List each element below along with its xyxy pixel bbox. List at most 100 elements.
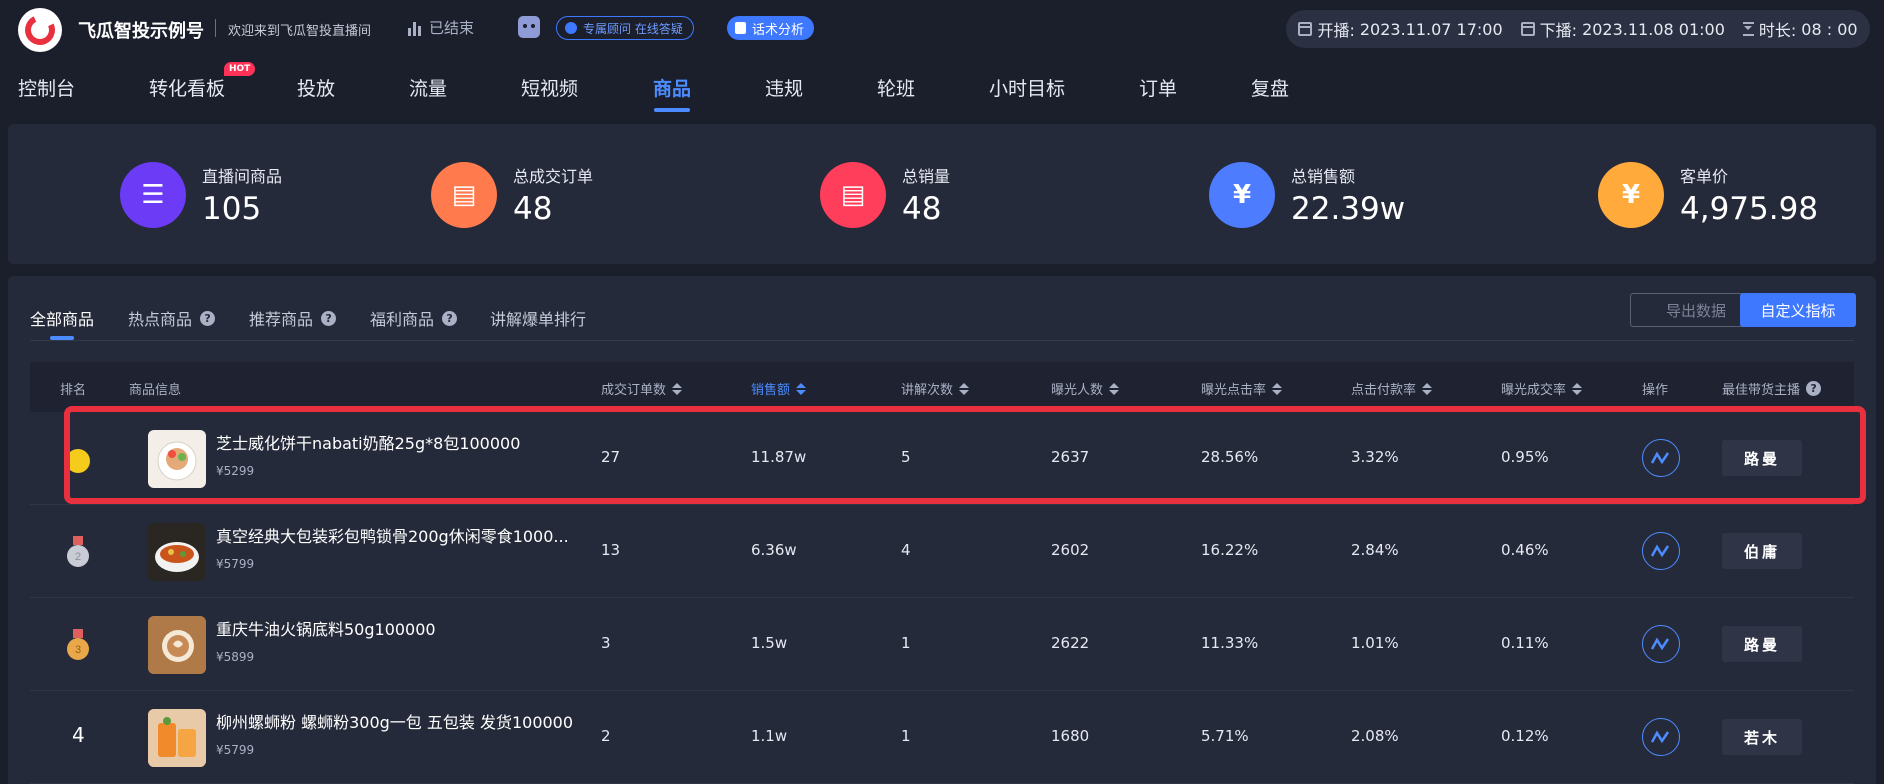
tab-welfare-products[interactable]: 福利商品?	[370, 306, 458, 330]
nav-item-ads[interactable]: 投放	[297, 74, 335, 101]
col-orders[interactable]: 成交订单数	[601, 379, 683, 398]
orders-cell: 2	[601, 727, 611, 745]
bar-chart-icon	[408, 20, 421, 36]
end-value: 2023.11.08 01:00	[1582, 19, 1725, 39]
help-icon[interactable]: ?	[200, 310, 216, 326]
document-icon	[735, 22, 746, 34]
top-header: 飞瓜智投示例号 欢迎来到飞瓜智投直播间 已结束 专属顾问 在线答疑 话术分析 开…	[0, 0, 1884, 56]
product-name[interactable]: 真空经典大包装彩包鸭锁骨200g休闲零食1000...	[216, 523, 569, 547]
stat-total-orders: ▤ 总成交订单 48	[431, 162, 593, 228]
tab-hot-products[interactable]: 热点商品?	[128, 306, 216, 330]
tab-explain-ranking[interactable]: 讲解爆单排行	[490, 306, 586, 330]
nav-item-short-video[interactable]: 短视频	[521, 74, 578, 101]
exposure-cell: 2622	[1051, 634, 1090, 652]
script-analysis-button[interactable]: 话术分析	[727, 16, 815, 40]
stat-value: 4,975.98	[1680, 191, 1819, 227]
explains-cell: 1	[901, 727, 911, 745]
product-name[interactable]: 柳州螺蛳粉 螺蛳粉300g一包 五包装 发货100000	[216, 709, 573, 733]
product-thumbnail[interactable]	[148, 523, 206, 581]
product-thumbnail[interactable]	[148, 430, 206, 488]
tab-divider	[30, 340, 1854, 341]
col-exposure[interactable]: 曝光人数	[1051, 379, 1120, 398]
nav-active-indicator	[654, 108, 690, 112]
hot-badge: HOT	[224, 62, 256, 76]
exposure-cell: 2602	[1051, 541, 1090, 559]
stat-total-sales-volume: ▤ 总销量 48	[820, 162, 950, 228]
product-thumbnail[interactable]	[148, 616, 206, 674]
consult-button[interactable]: 专属顾问 在线答疑	[556, 16, 694, 40]
col-rank: 排名	[60, 383, 87, 398]
consult-label: 专属顾问 在线答疑	[583, 21, 683, 36]
best-host-button[interactable]: 若木	[1722, 719, 1802, 755]
table-row[interactable]: 4 柳州螺蛳粉 螺蛳粉300g一包 五包装 发货100000 ¥5799 2 1…	[30, 691, 1854, 784]
help-icon[interactable]: ?	[1806, 381, 1822, 396]
order-doc-icon: ▤	[431, 162, 497, 228]
stat-label: 总成交订单	[513, 167, 594, 186]
col-sales[interactable]: 销售额	[751, 379, 807, 398]
app-title: 飞瓜智投示例号	[78, 21, 204, 42]
stat-label: 直播间商品	[202, 167, 283, 186]
explains-cell: 1	[901, 634, 911, 652]
col-product-info: 商品信息	[129, 383, 182, 398]
trend-chart-icon[interactable]	[1642, 532, 1680, 570]
col-ctr[interactable]: 曝光点击率	[1201, 379, 1283, 398]
col-pay-rate[interactable]: 点击付款率	[1351, 379, 1433, 398]
orders-cell: 13	[601, 541, 621, 559]
product-thumbnail[interactable]	[148, 709, 206, 767]
tab-all-products[interactable]: 全部商品	[30, 306, 94, 330]
trend-chart-icon[interactable]	[1642, 439, 1680, 477]
custom-metrics-button[interactable]: 自定义指标	[1740, 293, 1856, 327]
stat-avg-order-price: ¥ 客单价 4,975.98	[1598, 162, 1818, 228]
layers-icon: ☰	[120, 162, 186, 228]
table-row[interactable]: 3 重庆牛油火锅底料50g100000 ¥5899 3 1.5w 1 2622 …	[30, 598, 1854, 691]
col-conversion[interactable]: 曝光成交率	[1501, 379, 1583, 398]
sales-cell: 6.36w	[751, 541, 797, 559]
col-explains[interactable]: 讲解次数	[901, 379, 970, 398]
tab-recommended-products[interactable]: 推荐商品?	[249, 306, 337, 330]
nav-item-review[interactable]: 复盘	[1251, 74, 1289, 101]
best-host-button[interactable]: 路曼	[1722, 440, 1802, 476]
rank-number: 4	[72, 723, 85, 747]
exposure-cell: 2637	[1051, 448, 1090, 466]
help-icon[interactable]: ?	[321, 310, 337, 326]
table-row[interactable]: 2 真空经典大包装彩包鸭锁骨200g休闲零食1000... ¥5799 13 6…	[30, 505, 1854, 598]
orders-cell: 27	[601, 448, 621, 466]
robot-icon[interactable]	[518, 16, 540, 38]
live-status: 已结束	[408, 17, 474, 38]
nav-item-console[interactable]: 控制台	[18, 74, 75, 101]
ctr-cell: 5.71%	[1201, 727, 1249, 745]
trend-chart-icon[interactable]	[1642, 625, 1680, 663]
tab-label: 全部商品	[30, 310, 95, 329]
nav-item-traffic[interactable]: 流量	[409, 74, 447, 101]
conversion-cell: 0.11%	[1501, 634, 1549, 652]
nav-item-hourly-target[interactable]: 小时目标	[989, 74, 1065, 101]
product-name[interactable]: 芝士威化饼干nabati奶酪25g*8包100000	[216, 430, 520, 454]
trend-chart-icon[interactable]	[1642, 718, 1680, 756]
main-nav: 控制台 转化看板 投放 流量 短视频 商品 违规 轮班 小时目标 订单 复盘	[0, 56, 1884, 114]
nav-item-orders[interactable]: 订单	[1139, 74, 1177, 101]
orders-cell: 3	[601, 634, 611, 652]
product-name[interactable]: 重庆牛油火锅底料50g100000	[216, 616, 436, 640]
table-row[interactable]: 芝士威化饼干nabati奶酪25g*8包100000 ¥5299 27 11.8…	[30, 412, 1854, 505]
nav-item-shifts[interactable]: 轮班	[877, 74, 915, 101]
sort-icon	[959, 382, 970, 395]
sort-icon	[1422, 382, 1433, 395]
help-icon[interactable]: ?	[442, 310, 458, 326]
status-text: 已结束	[429, 19, 475, 37]
stat-live-products: ☰ 直播间商品 105	[120, 162, 282, 228]
nav-item-conversion[interactable]: 转化看板	[149, 74, 225, 101]
end-label: 下播:	[1539, 21, 1578, 40]
stat-value: 105	[202, 191, 262, 227]
best-host-button[interactable]: 路曼	[1722, 626, 1802, 662]
conversion-cell: 0.12%	[1501, 727, 1549, 745]
sales-cell: 11.87w	[751, 448, 807, 466]
price-tag-icon: ¥	[1598, 162, 1664, 228]
end-time: 下播: 2023.11.08 01:00	[1520, 17, 1725, 41]
stat-value: 48	[902, 191, 942, 227]
sales-doc-icon: ▤	[820, 162, 886, 228]
nav-item-violations[interactable]: 违规	[765, 74, 803, 101]
best-host-button[interactable]: 伯庸	[1722, 533, 1802, 569]
conversion-cell: 0.46%	[1501, 541, 1549, 559]
ctr-cell: 28.56%	[1201, 448, 1259, 466]
nav-item-products[interactable]: 商品	[653, 74, 691, 101]
